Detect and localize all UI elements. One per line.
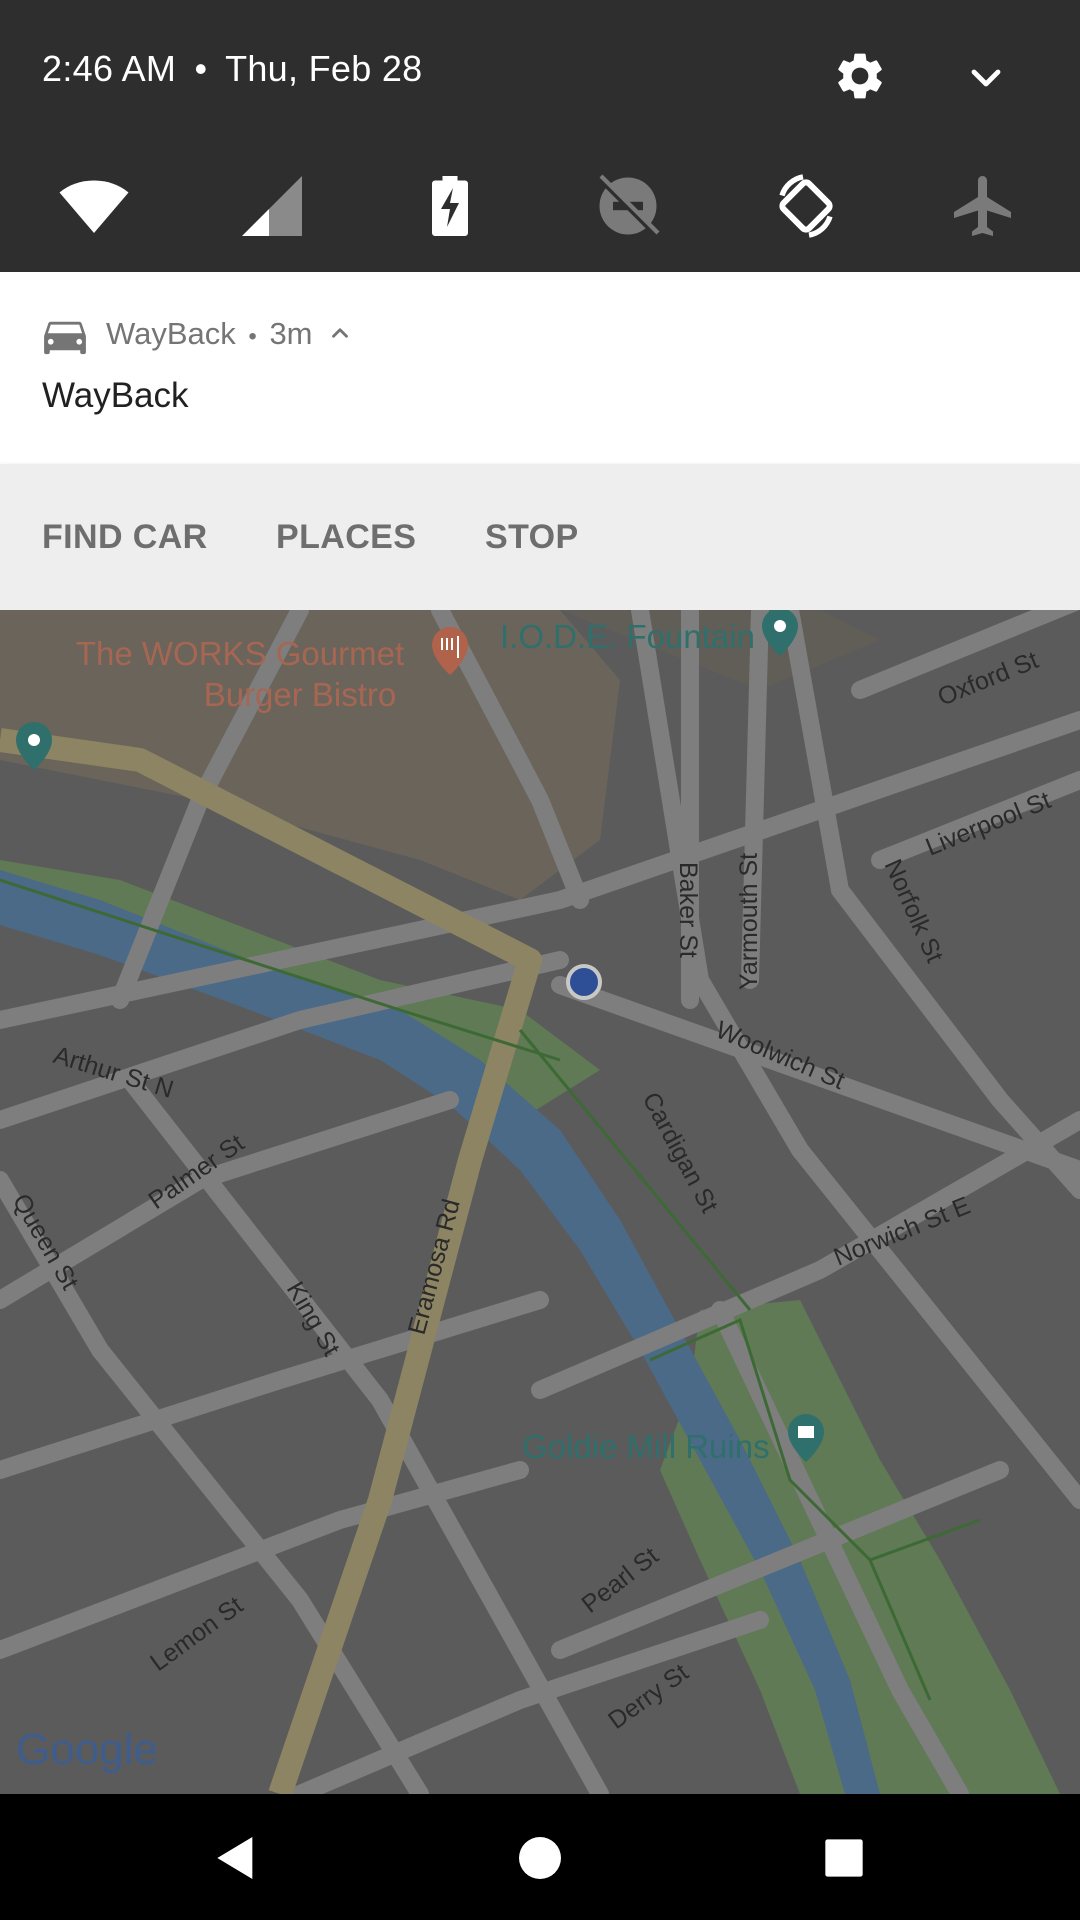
find-car-button[interactable]: FIND CAR bbox=[42, 518, 208, 557]
street-label-yarmouth: Yarmouth St bbox=[735, 853, 763, 990]
wifi-icon[interactable] bbox=[58, 170, 130, 242]
ruins-label: Goldie Mill Ruins bbox=[522, 1428, 770, 1465]
notification-time: 3m bbox=[269, 316, 313, 351]
notification-card[interactable] bbox=[0, 272, 1080, 464]
back-icon[interactable] bbox=[208, 1830, 264, 1886]
restaurant-label-line1: The WORKS Gourmet bbox=[76, 635, 404, 672]
cell-signal-icon[interactable] bbox=[236, 170, 308, 242]
street-label-baker: Baker St bbox=[674, 862, 702, 958]
notification-title: WayBack bbox=[42, 376, 189, 415]
battery-charging-icon[interactable] bbox=[414, 170, 486, 242]
auto-rotate-icon[interactable] bbox=[770, 170, 842, 242]
car-icon bbox=[44, 321, 86, 355]
recents-icon[interactable] bbox=[816, 1830, 872, 1886]
current-location-dot[interactable] bbox=[566, 964, 602, 1000]
restaurant-label-line2: Burger Bistro bbox=[204, 676, 397, 713]
gear-icon[interactable] bbox=[832, 48, 888, 104]
notification-app-name: WayBack bbox=[106, 316, 236, 351]
google-attribution: Google bbox=[16, 1725, 158, 1774]
status-separator: • bbox=[194, 48, 208, 89]
home-icon[interactable] bbox=[512, 1830, 568, 1886]
stop-button[interactable]: STOP bbox=[485, 518, 579, 557]
map-canvas[interactable]: The WORKS Gourmet Burger Bistro I.O.D.E.… bbox=[0, 610, 1080, 1794]
status-date: Thu, Feb 28 bbox=[225, 48, 423, 89]
fountain-label: I.O.D.E. Fountain bbox=[500, 618, 755, 655]
map-view[interactable]: The WORKS Gourmet Burger Bistro I.O.D.E.… bbox=[0, 610, 1080, 1794]
airplane-mode-icon[interactable] bbox=[948, 170, 1020, 242]
status-time: 2:46 AM bbox=[42, 48, 177, 89]
notification-header: WayBack • 3m bbox=[106, 316, 353, 352]
chevron-up-icon[interactable] bbox=[327, 320, 353, 346]
places-button[interactable]: PLACES bbox=[276, 518, 416, 557]
quick-settings-panel: 2:46 AM • Thu, Feb 28 bbox=[0, 0, 1080, 272]
chevron-down-icon[interactable] bbox=[962, 54, 1010, 102]
notification-header-separator: • bbox=[248, 323, 257, 350]
do-not-disturb-off-icon[interactable] bbox=[592, 170, 664, 242]
status-date-time: 2:46 AM • Thu, Feb 28 bbox=[42, 48, 422, 90]
